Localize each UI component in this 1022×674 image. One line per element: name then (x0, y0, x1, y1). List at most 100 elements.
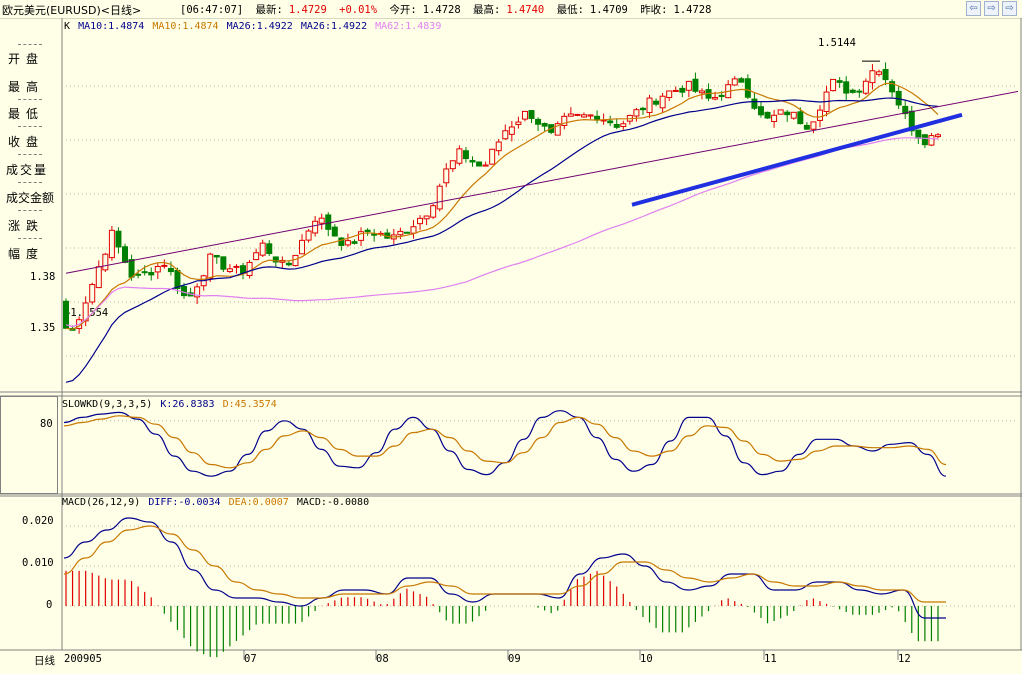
candle-body (836, 80, 843, 83)
candle-body (790, 111, 797, 119)
candle-body (567, 113, 574, 117)
candle-body (502, 130, 509, 140)
candle-body (757, 106, 764, 116)
candle-body (633, 109, 640, 117)
candle-body (718, 94, 725, 98)
candle-body (318, 217, 325, 224)
candle-body (312, 220, 319, 234)
candle-body (102, 253, 109, 271)
candle-body (115, 230, 122, 248)
candle-body (535, 118, 542, 125)
candle-body (607, 120, 614, 124)
candle-body (364, 229, 371, 233)
candle-body (226, 268, 233, 272)
candle-body (181, 285, 188, 297)
candle-body (666, 90, 673, 99)
candle-body (371, 233, 378, 236)
candle-body (869, 70, 876, 84)
candle-body (797, 111, 804, 125)
candle-body (698, 90, 705, 94)
candle-body (128, 258, 135, 278)
candle-body (613, 123, 620, 128)
candle-body (325, 214, 332, 230)
candle-body (875, 71, 882, 75)
candle-body (233, 265, 240, 268)
candle-body (810, 121, 817, 130)
candle-body (259, 242, 266, 256)
candle-body (95, 266, 102, 289)
candle-body (915, 129, 922, 139)
trend-line-bold (631, 112, 963, 207)
candle-body (410, 226, 417, 234)
candle-body (646, 97, 653, 114)
candle-body (528, 110, 535, 119)
candle-body (882, 68, 889, 81)
ma26-line (65, 97, 939, 383)
candle-body (580, 114, 587, 118)
candle-body (154, 265, 161, 273)
candle-body (777, 109, 784, 115)
candle-body (921, 134, 928, 146)
candle-body (639, 107, 646, 111)
candle-body (456, 148, 463, 164)
candle-body (299, 239, 306, 255)
candle-body (862, 80, 869, 94)
candle-body (266, 243, 273, 255)
candle-body (515, 121, 522, 125)
candle-body (764, 111, 771, 119)
trend-line (65, 90, 1019, 274)
candle-body (692, 78, 699, 92)
candle-body (161, 264, 168, 267)
candle-body (436, 185, 443, 210)
candle-body (148, 272, 155, 276)
candle-body (417, 217, 424, 225)
candle-body (508, 126, 515, 135)
candle-body (712, 96, 719, 100)
candle-body (89, 284, 96, 303)
candle-body (672, 89, 679, 92)
candle-body (469, 160, 476, 163)
candle-body (108, 229, 115, 259)
candle-body (685, 80, 692, 91)
candle-body (738, 78, 745, 83)
candle-body (620, 123, 627, 128)
candle-body (731, 78, 738, 86)
candle-body (430, 205, 437, 218)
candle-body (141, 271, 148, 274)
candle-body (928, 135, 935, 146)
candle-body (331, 226, 338, 237)
candle-body (751, 98, 758, 109)
candle-body (856, 90, 863, 93)
candle-body (489, 148, 496, 165)
candle-body (63, 300, 69, 329)
candle-body (397, 230, 404, 236)
candle-body (653, 100, 660, 105)
candle-body (305, 230, 312, 241)
candle-body (659, 95, 666, 109)
candle-body (771, 114, 778, 123)
candle-body (744, 78, 751, 98)
candle-body (285, 262, 292, 266)
dea-line (63, 525, 946, 603)
candle-body (220, 256, 227, 270)
candle-body (803, 124, 810, 130)
candle-body (344, 240, 351, 246)
candle-body (292, 254, 299, 267)
candle-body (135, 273, 142, 276)
candle-body (403, 231, 410, 234)
candle-body (213, 254, 220, 258)
candle-body (574, 113, 581, 116)
candle-body (541, 123, 548, 127)
candle-body (476, 161, 483, 167)
chart-canvas (0, 18, 1022, 660)
candle-body (423, 215, 430, 220)
candle-body (849, 89, 856, 93)
candle-body (784, 111, 791, 116)
candle-body (482, 164, 489, 167)
candle-body (521, 110, 528, 120)
candle-body (679, 87, 686, 93)
candle-body (449, 160, 456, 170)
candle-body (843, 81, 850, 94)
candle-body (167, 267, 174, 273)
candle-body (462, 150, 469, 160)
